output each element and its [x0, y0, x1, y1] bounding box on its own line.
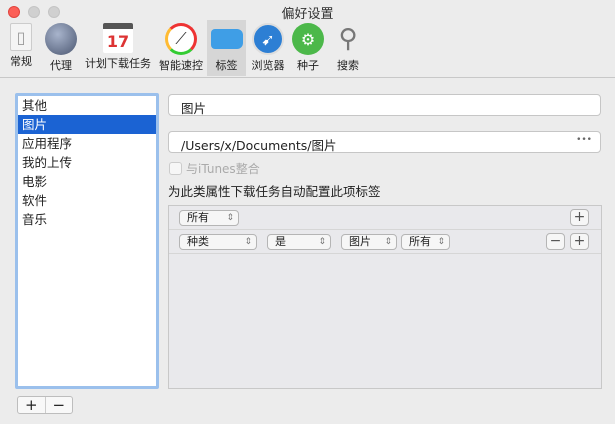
field-select[interactable]: 种类 ⇕ — [179, 234, 257, 250]
tab-browser[interactable]: ➹ 浏览器 — [248, 20, 288, 76]
select-value: 所有 — [187, 211, 209, 224]
rules-editor: 所有 ⇕ + 种类 ⇕ 是 ⇕ 图片 ⇕ 所有 ⇕ − + — [168, 205, 602, 389]
list-item[interactable]: 图片 — [18, 115, 156, 134]
list-item[interactable]: 其他 — [18, 96, 156, 115]
updown-icon: ⇕ — [318, 237, 326, 247]
add-condition-button[interactable]: + — [570, 233, 589, 250]
itunes-checkbox-label: 与iTunes整合 — [186, 162, 260, 176]
value-select[interactable]: 图片 ⇕ — [341, 234, 397, 250]
tab-general[interactable]: ▯ 常规 — [3, 20, 39, 76]
title-bar: 偏好设置 — [0, 0, 615, 22]
tab-label: 搜索 — [337, 59, 359, 72]
list-item[interactable]: 软件 — [18, 191, 156, 210]
magnifier-icon: ⚲ — [338, 24, 358, 54]
rules-heading: 为此类属性下载任务自动配置此项标签 — [168, 184, 381, 199]
updown-icon: ⇕ — [244, 237, 252, 247]
rule-condition-row: 种类 ⇕ 是 ⇕ 图片 ⇕ 所有 ⇕ − + — [169, 230, 601, 254]
select-value: 是 — [275, 235, 286, 248]
tab-label: 智能速控 — [159, 59, 203, 72]
tab-search[interactable]: ⚲ 搜索 — [329, 20, 367, 76]
tag-name-input[interactable]: 图片 — [168, 94, 601, 116]
list-item[interactable]: 我的上传 — [18, 153, 156, 172]
gear-icon: ⚙ — [292, 23, 324, 55]
tab-torrent[interactable]: ⚙ 种子 — [290, 20, 326, 76]
select-value: 种类 — [187, 235, 209, 248]
speedometer-icon: ⟋ — [165, 23, 197, 55]
scope-select[interactable]: 所有 ⇕ — [401, 234, 450, 250]
tab-label: 常规 — [10, 55, 32, 68]
switch-icon: ▯ — [10, 23, 32, 51]
rule-match-row: 所有 ⇕ + — [169, 206, 601, 230]
tab-label: 计划下载任务 — [85, 57, 151, 70]
add-tag-button[interactable]: + — [18, 397, 46, 413]
globe-icon — [45, 23, 77, 55]
list-item[interactable]: 应用程序 — [18, 134, 156, 153]
toolbar: ▯ 常规 代理 17 计划下载任务 ⟋ 智能速控 标签 ➹ 浏览器 ⚙ 种子 ⚲ 搜索 — [0, 20, 615, 78]
add-rule-button[interactable]: + — [570, 209, 589, 226]
path-value: /Users/x/Documents/图片 — [181, 138, 337, 153]
tab-tags[interactable]: 标签 — [207, 20, 246, 76]
tab-label: 浏览器 — [251, 59, 285, 72]
calendar-day: 17 — [106, 31, 130, 51]
list-buttons: + − — [17, 396, 73, 414]
tag-list[interactable]: 其他 图片 应用程序 我的上传 电影 软件 音乐 — [15, 93, 159, 389]
browse-path-button[interactable]: ••• — [576, 135, 592, 145]
list-item[interactable]: 电影 — [18, 172, 156, 191]
select-value: 所有 — [409, 235, 431, 248]
list-item[interactable]: 音乐 — [18, 210, 156, 229]
itunes-checkbox-row[interactable]: 与iTunes整合 — [169, 160, 260, 177]
updown-icon: ⇕ — [226, 213, 234, 223]
operator-select[interactable]: 是 ⇕ — [267, 234, 331, 250]
tab-label: 标签 — [215, 59, 238, 72]
tab-label: 代理 — [50, 59, 72, 72]
tag-icon — [210, 29, 243, 49]
compass-icon: ➹ — [252, 23, 284, 55]
updown-icon: ⇕ — [384, 237, 392, 247]
tab-label: 种子 — [297, 59, 319, 72]
tab-proxy[interactable]: 代理 — [42, 20, 80, 76]
calendar-icon: 17 — [103, 23, 133, 53]
remove-condition-button[interactable]: − — [546, 233, 565, 250]
updown-icon: ⇕ — [437, 237, 445, 247]
remove-tag-button[interactable]: − — [46, 397, 73, 413]
match-select[interactable]: 所有 ⇕ — [179, 210, 239, 226]
tab-speed-control[interactable]: ⟋ 智能速控 — [157, 20, 205, 76]
path-input[interactable]: /Users/x/Documents/图片 ••• — [168, 131, 601, 153]
itunes-checkbox[interactable] — [169, 162, 182, 175]
tab-scheduled-downloads[interactable]: 17 计划下载任务 — [83, 20, 153, 76]
select-value: 图片 — [349, 235, 371, 248]
